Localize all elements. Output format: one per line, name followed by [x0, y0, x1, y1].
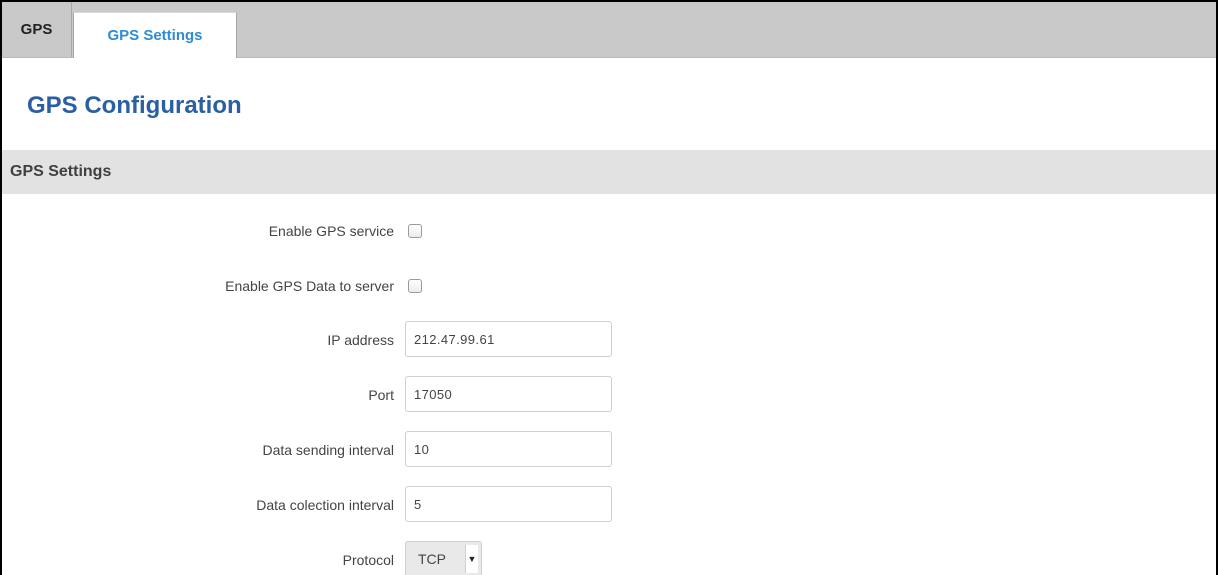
data-sending-interval-label: Data sending interval	[262, 442, 394, 458]
enable-gps-data-to-server-checkbox[interactable]	[408, 279, 422, 293]
row-ip-address: IP address 212.47.99.61	[2, 321, 1216, 359]
gps-settings-page: GPS GPS Settings GPS Configuration GPS S…	[0, 0, 1218, 575]
tab-gps-settings[interactable]: GPS Settings	[73, 12, 237, 58]
data-collection-interval-input[interactable]: 5	[405, 486, 612, 522]
row-enable-gps-service: Enable GPS service	[2, 212, 1216, 250]
protocol-select[interactable]: TCP ▼	[405, 541, 482, 575]
row-data-sending-interval: Data sending interval 10	[2, 431, 1216, 469]
port-input[interactable]: 17050	[405, 376, 612, 412]
row-protocol: Protocol TCP ▼	[2, 541, 1216, 575]
row-data-collection-interval: Data colection interval 5	[2, 486, 1216, 524]
enable-gps-service-label: Enable GPS service	[268, 223, 394, 239]
data-collection-interval-label: Data colection interval	[256, 497, 394, 513]
tab-gps[interactable]: GPS	[2, 2, 72, 57]
data-sending-interval-input[interactable]: 10	[405, 431, 612, 467]
tab-bar: GPS GPS Settings	[2, 2, 1216, 58]
ip-address-input[interactable]: 212.47.99.61	[405, 321, 612, 357]
page-title: GPS Configuration	[27, 92, 242, 119]
port-label: Port	[368, 387, 394, 403]
chevron-down-icon: ▼	[465, 545, 478, 573]
protocol-select-value: TCP	[418, 551, 446, 567]
enable-gps-data-to-server-label: Enable GPS Data to server	[225, 278, 394, 294]
enable-gps-service-checkbox[interactable]	[408, 224, 422, 238]
row-enable-gps-data-to-server: Enable GPS Data to server	[2, 267, 1216, 305]
ip-address-label: IP address	[327, 332, 394, 348]
row-port: Port 17050	[2, 376, 1216, 414]
section-header: GPS Settings	[2, 150, 1216, 194]
protocol-label: Protocol	[342, 552, 394, 568]
